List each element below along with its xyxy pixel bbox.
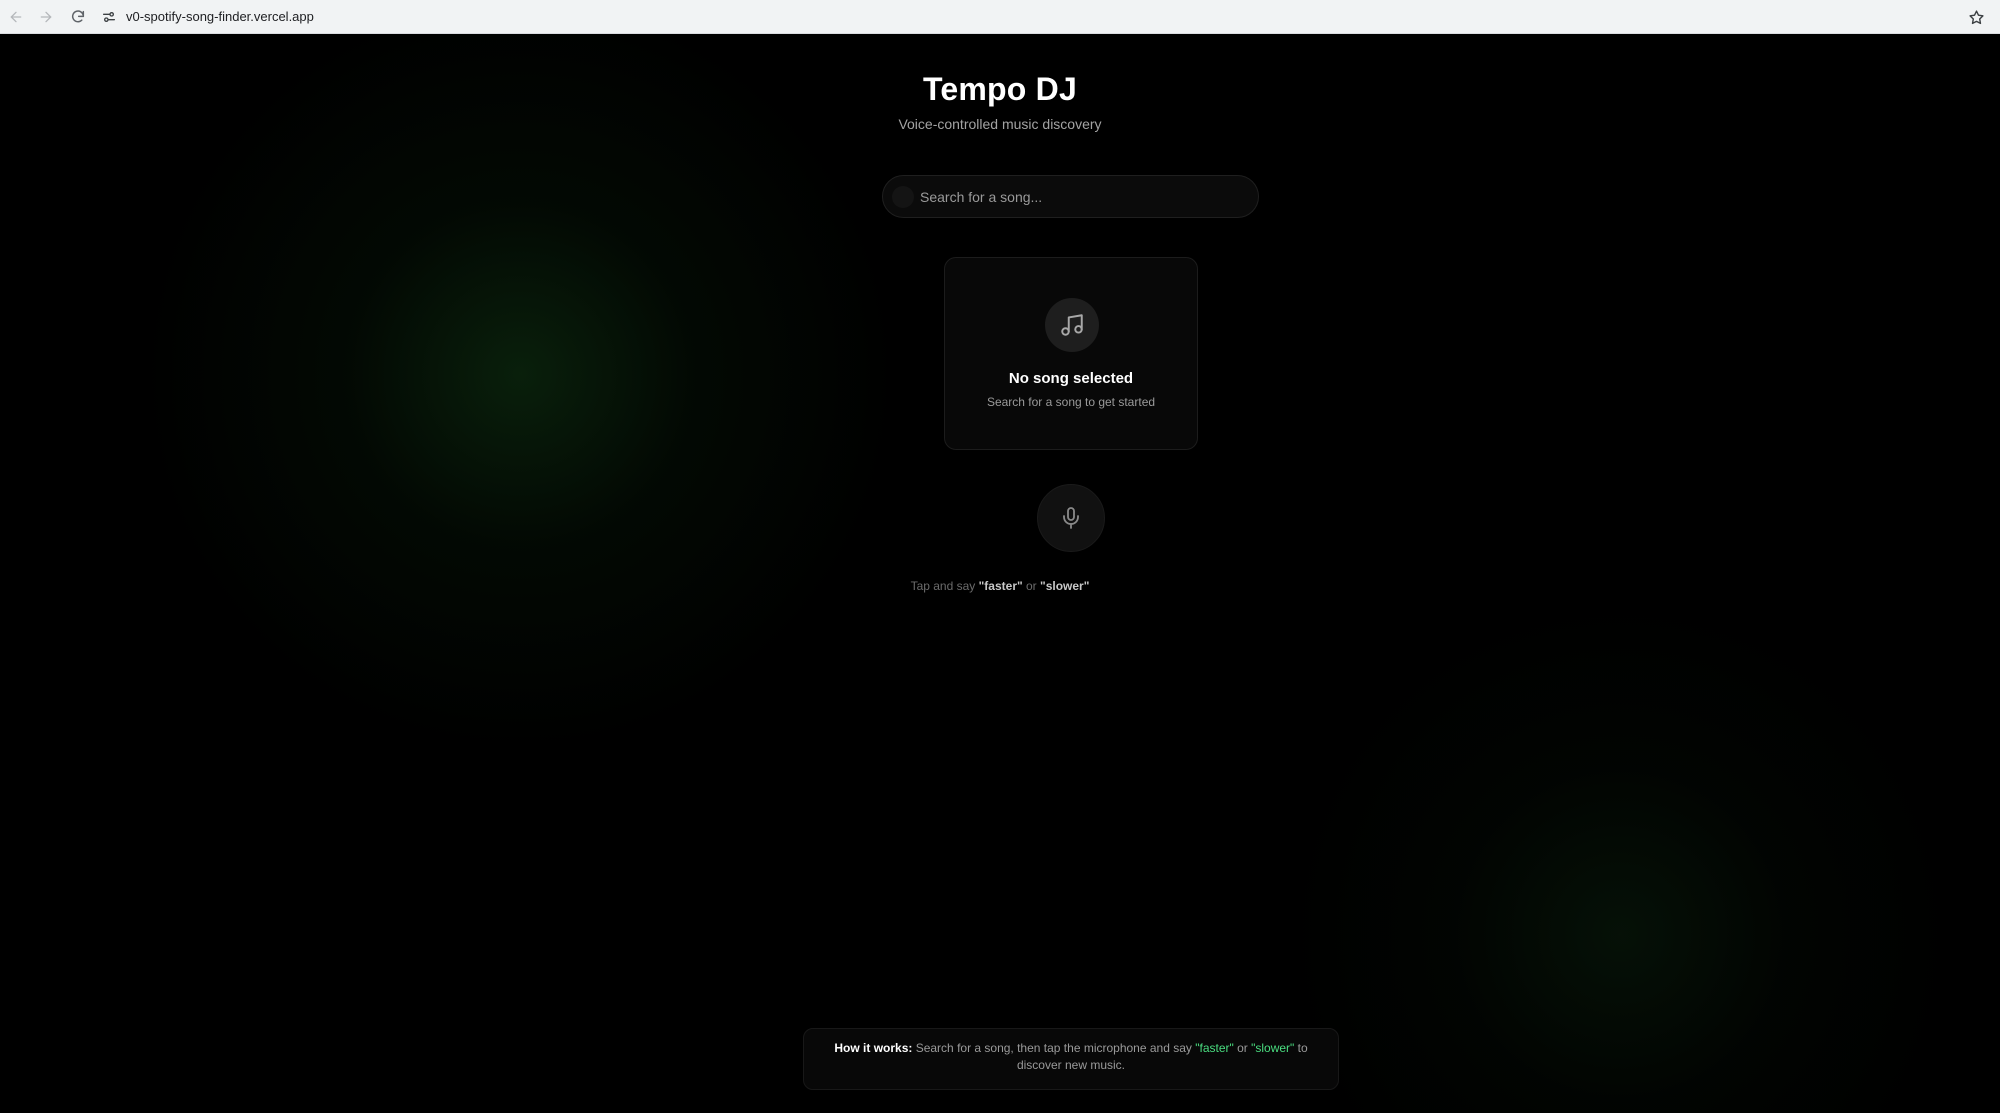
card-subtitle: Search for a song to get started [986, 395, 1156, 409]
mic-hint: Tap and say "faster" or "slower" [0, 579, 2000, 593]
search-input[interactable] [918, 187, 1238, 206]
reload-button[interactable] [64, 3, 92, 31]
how-it-works-or: or [1233, 1041, 1252, 1055]
how-it-works-text-1: Search for a song, then tap the micropho… [912, 1041, 1196, 1055]
keyword-slower: "slower" [1040, 579, 1090, 593]
how-it-works-lead: How it works: [834, 1041, 913, 1055]
mic-hint-prefix: Tap and say [910, 579, 979, 593]
page-title: Tempo DJ [923, 71, 1077, 107]
star-icon [1968, 9, 1984, 24]
how-it-works-slower: "slower" [1251, 1041, 1295, 1055]
microphone-button[interactable] [1037, 484, 1105, 552]
reload-icon [71, 9, 85, 22]
search-icon [892, 185, 914, 208]
page-subtitle: Voice-controlled music discovery [898, 116, 1102, 132]
bookmark-button[interactable] [1962, 3, 1990, 31]
address-bar-url[interactable]: v0-spotify-song-finder.vercel.app [126, 9, 314, 24]
now-playing-card: No song selected Search for a song to ge… [944, 257, 1198, 450]
how-it-works-faster: "faster" [1195, 1041, 1234, 1055]
arrow-left-icon [10, 11, 22, 22]
how-it-works-box: How it works: Search for a song, then ta… [803, 1028, 1339, 1090]
search-bar[interactable] [882, 175, 1259, 218]
music-note-icon [1045, 298, 1099, 352]
keyword-faster: "faster" [978, 579, 1023, 593]
back-button[interactable] [2, 3, 30, 31]
app-page: Tempo DJ Voice-controlled music discover… [0, 34, 2000, 1113]
forward-button[interactable] [32, 3, 60, 31]
mic-hint-or: or [1022, 579, 1041, 593]
arrow-right-icon [40, 11, 52, 22]
browser-toolbar: v0-spotify-song-finder.vercel.app [0, 0, 2000, 34]
tune-icon [103, 11, 115, 22]
site-info-button[interactable] [96, 4, 122, 30]
microphone-icon [1063, 507, 1079, 529]
card-title: No song selected [1008, 370, 1134, 387]
